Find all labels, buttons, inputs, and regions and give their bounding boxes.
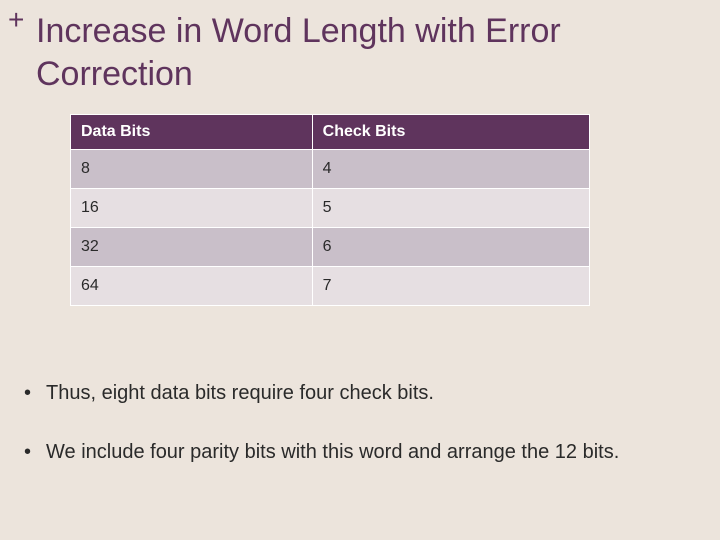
cell-data-bits: 64 — [71, 267, 313, 306]
table-header-row: Data Bits Check Bits — [71, 115, 590, 150]
bullet-list: Thus, eight data bits require four check… — [24, 380, 690, 498]
cell-data-bits: 16 — [71, 189, 313, 228]
list-item: We include four parity bits with this wo… — [24, 439, 690, 466]
cell-data-bits: 32 — [71, 228, 313, 267]
cell-check-bits: 6 — [312, 228, 589, 267]
table-row: 8 4 — [71, 150, 590, 189]
data-table: Data Bits Check Bits 8 4 16 5 32 6 64 7 — [70, 114, 590, 306]
slide-title: Increase in Word Length with Error Corre… — [36, 10, 700, 95]
list-item: Thus, eight data bits require four check… — [24, 380, 690, 407]
table-row: 32 6 — [71, 228, 590, 267]
cell-check-bits: 7 — [312, 267, 589, 306]
col-header-data-bits: Data Bits — [71, 115, 313, 150]
col-header-check-bits: Check Bits — [312, 115, 589, 150]
table-row: 16 5 — [71, 189, 590, 228]
cell-data-bits: 8 — [71, 150, 313, 189]
cell-check-bits: 5 — [312, 189, 589, 228]
slide: + Increase in Word Length with Error Cor… — [0, 0, 720, 540]
table-row: 64 7 — [71, 267, 590, 306]
plus-icon: + — [8, 6, 24, 34]
cell-check-bits: 4 — [312, 150, 589, 189]
